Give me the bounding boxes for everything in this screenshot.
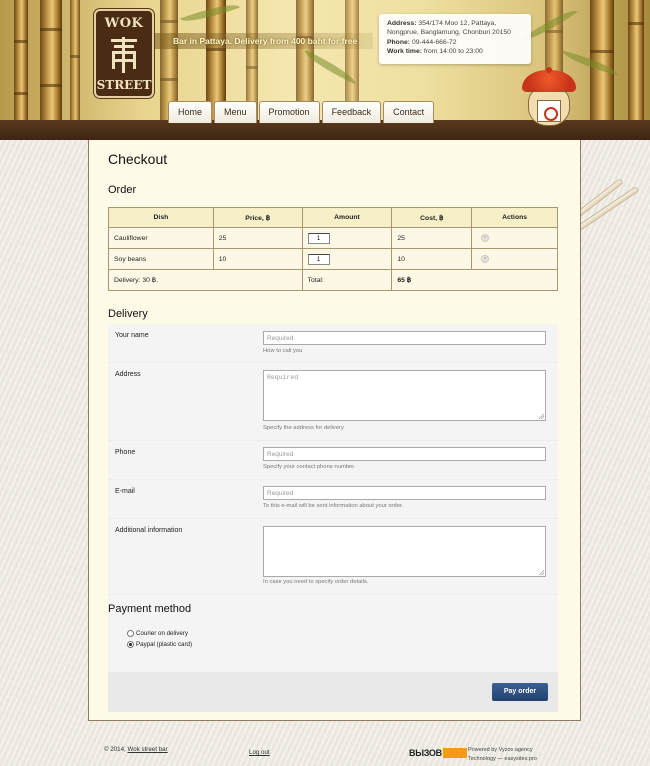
row-dish: Soy beans	[108, 248, 214, 270]
agency-logo-mark-icon	[442, 748, 467, 758]
name-label: Your name	[115, 332, 149, 339]
form-row-address: Address Required Specify the address for…	[108, 363, 558, 441]
powered-line2: Technology — easysites.pro	[468, 756, 537, 762]
phone-input[interactable]: Required	[263, 447, 546, 461]
page-title: Checkout	[108, 151, 168, 167]
email-input[interactable]: Required	[263, 486, 546, 500]
row-dish: Cauliflower	[108, 227, 214, 249]
col-amount: Amount	[301, 207, 393, 228]
quantity-input[interactable]: 1	[307, 232, 330, 244]
phone-label: Phone:	[387, 38, 411, 46]
noodle-box-icon	[537, 100, 561, 122]
remove-item-icon[interactable]: ×	[481, 255, 490, 263]
bamboo-decor	[14, 0, 28, 122]
hours-value: from 14:00 to 23:00	[423, 47, 483, 55]
address-hint: Specify the address for delivery	[263, 425, 344, 431]
nav-feedback[interactable]: Feedback	[321, 101, 382, 123]
bamboo-decor	[628, 0, 644, 122]
radio-courier[interactable]	[127, 630, 134, 637]
site-footer: © 2014, Wok street bar Log out ВЫЗОВ Pow…	[0, 740, 650, 766]
agency-logo[interactable]: ВЫЗОВ	[409, 748, 467, 758]
address-line2: Nongprue, Banglamung, Chonburi 20150	[387, 29, 511, 37]
address-label: Address:	[387, 20, 417, 27]
email-label: E-mail	[115, 488, 135, 495]
payment-heading: Payment method	[108, 603, 192, 615]
table-row: Cauliflower 25 1 25 ×	[108, 227, 558, 249]
copyright-prefix: © 2014,	[104, 746, 126, 753]
payment-option-courier[interactable]: Courier on delivery	[127, 630, 188, 637]
bamboo-decor	[70, 0, 80, 122]
powered-by: Powered by Vyzov agency Technology — eas…	[468, 746, 537, 764]
bamboo-decor	[40, 0, 62, 122]
form-row-email: E-mail Required To this e-mail will be s…	[108, 480, 558, 519]
pay-order-button[interactable]: Pay order	[492, 683, 548, 701]
site-logo[interactable]: WOK STREET	[94, 9, 154, 98]
nav-home[interactable]: Home	[168, 101, 213, 123]
order-table-header: Dish Price, ฿ Amount Cost, ฿ Actions	[108, 207, 558, 228]
address-textarea[interactable]: Required	[263, 370, 546, 421]
remove-item-icon[interactable]: ×	[481, 234, 490, 242]
name-input[interactable]: Required	[263, 331, 546, 345]
total-value: 65 ฿	[391, 269, 558, 291]
order-heading: Order	[108, 184, 137, 196]
paypal-label: Paypal (plastic card)	[136, 641, 193, 648]
radio-paypal[interactable]	[127, 641, 134, 648]
payment-footer: Pay order	[108, 672, 558, 712]
courier-label: Courier on delivery	[136, 630, 188, 637]
home-link[interactable]: Wok street bar	[128, 746, 168, 753]
col-dish: Dish	[108, 207, 214, 228]
order-table: Dish Price, ฿ Amount Cost, ฿ Actions Cau…	[108, 207, 558, 291]
phone-label: Phone	[115, 449, 136, 456]
additional-hint: In case you need to specify order detail…	[263, 579, 369, 585]
main-nav: Home Menu Promotion Feedback Contact	[168, 101, 435, 123]
nav-contact[interactable]: Contact	[383, 101, 435, 123]
form-row-additional: Additional information In case you need …	[108, 519, 558, 595]
logo-text-bottom: STREET	[96, 78, 152, 92]
agency-brand: ВЫЗОВ	[409, 748, 442, 758]
row-cost: 10	[391, 248, 473, 270]
logo-glyph-icon	[109, 36, 139, 73]
col-price: Price, ฿	[212, 207, 303, 228]
additional-label: Additional information	[115, 527, 183, 534]
nav-promotion[interactable]: Promotion	[258, 101, 320, 123]
form-row-phone: Phone Required Specify your contact phon…	[108, 441, 558, 480]
phone-value: 09-444-666-72	[411, 38, 457, 46]
payment-option-paypal[interactable]: Paypal (plastic card)	[127, 641, 192, 648]
logo-text-top: WOK	[104, 16, 144, 31]
phone-hint: Specify your contact phone number.	[263, 464, 356, 470]
hours-label: Work time:	[387, 47, 422, 55]
quantity-input[interactable]: 1	[307, 253, 330, 265]
delivery-heading: Delivery	[108, 308, 148, 320]
col-actions: Actions	[471, 207, 558, 228]
delivery-cost: Delivery: 30 ฿.	[108, 269, 303, 291]
form-row-name: Your name Required How to call you	[108, 324, 558, 363]
col-cost: Cost, ฿	[391, 207, 473, 228]
name-hint: How to call you	[263, 348, 303, 354]
total-label: Total:	[301, 269, 393, 291]
powered-line1: Powered by Vyzov agency	[468, 747, 533, 753]
copyright: © 2014, Wok street bar	[104, 746, 168, 753]
chef-mascot	[518, 67, 580, 128]
row-cost: 25	[391, 227, 473, 249]
table-row: Soy beans 10 1 10 ×	[108, 248, 558, 270]
address-line1: 354/174 Moo 12, Pattaya,	[418, 20, 497, 27]
logout-link[interactable]: Log out	[249, 749, 270, 756]
delivery-form: Your name Required How to call you Addre…	[108, 324, 558, 712]
nav-menu[interactable]: Menu	[214, 101, 257, 123]
additional-textarea[interactable]	[263, 526, 546, 577]
email-hint: To this e-mail will be sent information …	[263, 503, 404, 509]
row-price: 10	[212, 248, 303, 270]
row-price: 25	[212, 227, 303, 249]
contact-info-box: Address: 354/174 Moo 12, Pattaya, Nongpr…	[379, 14, 531, 64]
totals-row: Delivery: 30 ฿. Total: 65 ฿	[108, 269, 558, 291]
tagline: Bar in Pattaya. Delivery from 400 baht f…	[173, 36, 358, 46]
address-label: Address	[115, 371, 141, 378]
